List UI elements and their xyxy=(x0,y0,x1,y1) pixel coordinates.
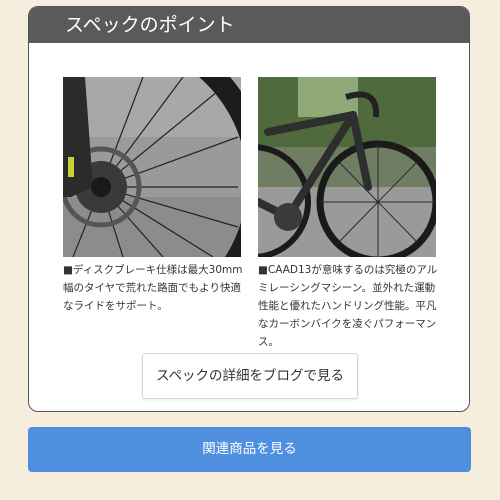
related-products-button[interactable]: 関連商品を見る xyxy=(28,427,471,472)
spec-points-card: スペックのポイント ■ディスクブレーキ仕様は最大30mm幅のタイヤで荒れた路面で… xyxy=(28,6,470,412)
spec-details-button[interactable]: スペックの詳細をブログで見る xyxy=(142,353,358,399)
point-caption-disc-brake: ■ディスクブレーキ仕様は最大30mm幅のタイヤで荒れた路面でもより快適なライドを… xyxy=(63,264,243,312)
caad13-bike-photo xyxy=(258,77,436,257)
disc-brake-wheel-photo xyxy=(63,77,241,257)
section-title: スペックのポイント xyxy=(29,7,469,43)
point-caption-caad13: ■CAAD13が意味するのは究極のアルミレーシングマシーン。並外れた運動性能と優… xyxy=(258,264,438,348)
